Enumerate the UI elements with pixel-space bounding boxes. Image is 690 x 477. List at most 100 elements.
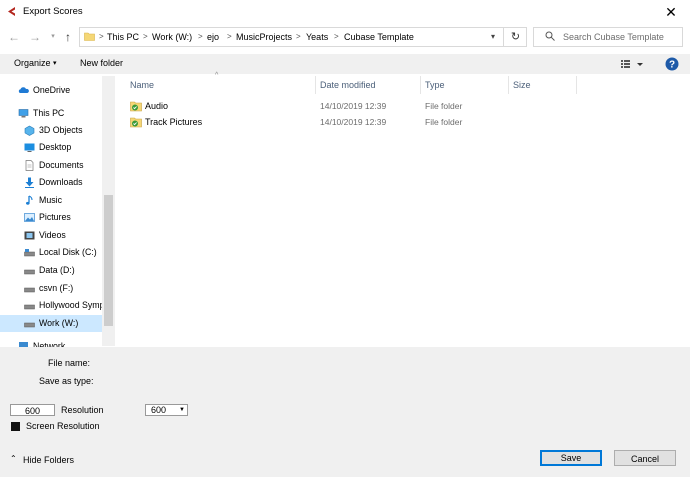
sidebar-item-label: Desktop [39,142,72,152]
nav-scrollbar-thumb[interactable] [104,195,113,326]
file-name: Track Pictures [145,117,203,127]
forward-arrow-icon[interactable]: → [28,29,42,45]
drive-icon [24,269,35,275]
resolution-input[interactable]: 600 [10,404,55,416]
file-type: File folder [425,101,463,111]
resolution-select[interactable]: 600 ▼ [145,404,188,416]
new-folder-button[interactable]: New folder [80,58,123,68]
sidebar-item-label: Music [39,195,62,205]
sort-arrow-icon: ^ [215,72,219,79]
desktop-icon [24,143,35,152]
chevron-down-icon: ▾ [53,60,57,67]
documents-icon [25,160,34,171]
sidebar-item-downloads[interactable]: Downloads [0,174,102,191]
drive-icon [24,249,35,257]
address-dropdown-icon[interactable]: ▾ [483,27,503,47]
save-button[interactable]: Save [540,450,602,466]
sidebar-item-label: Videos [39,230,66,240]
chevron-up-icon[interactable]: ⌃ [10,454,17,463]
sidebar-item-data-d[interactable]: Data (D:) [0,262,102,279]
breadcrumb-ejo[interactable]: ejo [207,31,219,43]
file-name: Audio [145,101,169,111]
column-header-date[interactable]: Date modified [320,76,376,94]
cloud-icon [18,87,29,93]
folder-synced-icon [130,101,142,112]
breadcrumb-this-pc[interactable]: This PC [107,31,139,43]
sidebar-item-documents[interactable]: Documents [0,157,102,174]
music-note-icon [26,195,33,205]
breadcrumb-separator: > [334,32,339,41]
sidebar-item-videos[interactable]: Videos [0,227,102,244]
sidebar-item-label: Pictures [39,212,71,222]
column-header-size[interactable]: Size [513,76,531,94]
sidebar-item-desktop[interactable]: Desktop [0,139,102,156]
save-as-type-label: Save as type: [39,376,94,386]
breadcrumb-cubase-template[interactable]: Cubase Template [344,31,414,43]
screen-resolution-label: Screen Resolution [26,421,100,431]
column-divider[interactable] [315,76,316,94]
column-divider[interactable] [420,76,421,94]
up-arrow-icon[interactable]: ↑ [61,29,75,45]
cube-icon [24,125,35,136]
sidebar-item-label: This PC [33,108,65,118]
breadcrumb-separator: > [227,32,232,41]
column-divider[interactable] [576,76,577,94]
file-date: 14/10/2019 12:39 [320,101,387,111]
breadcrumb-yeats[interactable]: Yeats [306,31,328,43]
search-placeholder: Search Cubase Template [563,32,664,42]
resolution-select-value: 600 [151,405,167,415]
breadcrumb-separator: > [99,32,104,41]
sidebar-item-csvn-f[interactable]: csvn (F:) [0,280,102,297]
close-icon[interactable]: ✕ [662,3,680,21]
computer-icon [18,109,29,118]
videos-icon [24,231,35,240]
sidebar-item-label: csvn (F:) [39,283,74,293]
sidebar-item-label: Work (W:) [39,318,79,328]
sidebar-item-label: Downloads [39,177,83,187]
sidebar-item-label: Local Disk (C:) [39,247,97,257]
sidebar-item-hollywood-symp[interactable]: Hollywood Symp [0,297,102,314]
cubase-app-icon [8,7,15,16]
sidebar-item-pictures[interactable]: Pictures [0,209,102,226]
sidebar-item-music[interactable]: Music [0,192,102,209]
column-header-type[interactable]: Type [425,76,445,94]
recent-locations-icon[interactable]: ▾ [46,29,60,45]
sidebar-item-label: Network [33,341,66,347]
title-bar [0,0,690,24]
column-header-name[interactable]: Name [130,76,154,94]
back-arrow-icon[interactable]: ← [7,29,21,45]
file-date: 14/10/2019 12:39 [320,117,387,127]
view-options-icon[interactable] [618,56,648,72]
svg-text:?: ? [669,60,675,71]
search-icon [545,31,555,41]
sidebar-item-label: Documents [39,160,84,170]
breadcrumb-work[interactable]: Work (W:) [152,31,192,43]
sidebar-item-label: Data (D:) [39,265,75,275]
column-divider[interactable] [508,76,509,94]
breadcrumb-musicprojects[interactable]: MusicProjects [236,31,292,43]
screen-resolution-checkbox[interactable] [11,422,20,431]
resolution-label: Resolution [61,405,104,415]
download-icon [25,177,34,188]
drive-icon [24,304,35,310]
folder-synced-icon [130,117,142,128]
sidebar-item-3d-objects[interactable]: 3D Objects [0,122,102,139]
folder-icon [84,32,95,41]
sidebar-item-work-w[interactable]: Work (W:) [0,315,102,332]
sidebar-item-onedrive[interactable]: OneDrive [0,82,102,99]
hide-folders-button[interactable]: Hide Folders [23,455,74,465]
file-name-label: File name: [48,358,91,368]
organize-button[interactable]: Organize [14,58,51,68]
refresh-icon[interactable]: ↻ [503,27,527,47]
sidebar-item-label: Hollywood Symp [39,300,102,310]
sidebar-item-this-pc[interactable]: This PC [0,105,102,122]
help-icon[interactable]: ? [664,56,680,72]
file-row[interactable]: Track Pictures 14/10/2019 12:39 File fol… [126,114,476,130]
cancel-button[interactable]: Cancel [614,450,676,466]
sidebar-item-network[interactable]: Network [0,338,102,347]
file-row[interactable]: Audio 14/10/2019 12:39 File folder [126,98,476,114]
drive-icon [24,287,35,293]
sidebar-item-local-disk-c[interactable]: Local Disk (C:) [0,244,102,261]
chevron-down-icon: ▼ [179,407,185,413]
drive-icon [24,322,35,328]
